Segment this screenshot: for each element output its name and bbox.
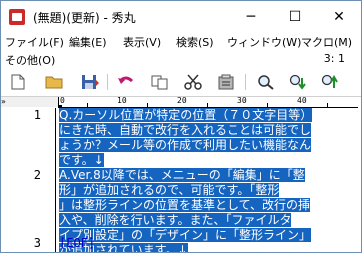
undo-icon[interactable] <box>117 73 135 91</box>
eof-marker: [EOF] <box>59 236 96 250</box>
text-area[interactable]: Q.カーソル位置が特定の位置（７０文字目等） にきた時、自動で改行を入れることは… <box>59 108 359 252</box>
menu-file[interactable]: ファイル(F) <box>5 34 64 50</box>
copy-icon[interactable] <box>151 73 169 91</box>
app-icon <box>9 9 25 25</box>
menu-macro[interactable]: マクロ(M) <box>301 34 352 50</box>
text-line: A.Ver.8以降では、メニューの「編集」に「整 <box>59 168 305 182</box>
toolbar-separator <box>107 74 108 90</box>
text-line: です。↓ <box>59 153 104 167</box>
menu-bar: ファイル(F) 編集(E) 表示(V) 検索(S) ウィンドウ(W) マクロ(M… <box>1 32 361 51</box>
toolbar-separator <box>245 74 246 90</box>
text-line: 入や、削除を行います。また、「ファイルタ <box>59 213 292 227</box>
search-down-icon[interactable] <box>289 73 307 91</box>
ruler-label: 30 <box>236 97 248 105</box>
save-icon[interactable] <box>81 73 99 91</box>
text-line: ょうか？メール等の作成で利用したい機能なん <box>59 138 312 152</box>
menu-view[interactable]: 表示(V) <box>123 34 161 50</box>
cut-icon[interactable] <box>184 73 202 91</box>
gutter-divider <box>55 108 56 252</box>
title-bar[interactable]: (無題)(更新) - 秀丸 ─ ☐ ✕ <box>1 1 361 32</box>
ruler-label: 0 <box>59 97 66 105</box>
window-title: (無題)(更新) - 秀丸 <box>33 11 136 25</box>
text-line: にきた時、自動で改行を入れることは可能でし <box>59 123 312 137</box>
text-line: イプ別設定」の「デザイン」に「整形ライン」 <box>59 228 312 242</box>
menu-other[interactable]: その他(O) <box>5 52 55 68</box>
search-up-icon[interactable] <box>321 73 339 91</box>
line-number: 3 <box>33 236 41 250</box>
close-button[interactable]: ✕ <box>317 1 361 32</box>
toolbar <box>1 68 361 97</box>
menu-edit[interactable]: 編集(E) <box>69 34 107 50</box>
ruler: 0 10 20 30 40 <box>58 97 358 108</box>
ruler-corner: » <box>1 97 58 107</box>
open-folder-icon[interactable] <box>45 73 63 91</box>
line-number: 2 <box>33 168 41 182</box>
paste-icon[interactable] <box>217 73 235 91</box>
line-number-gutter[interactable]: 1 2 3 <box>1 108 55 252</box>
text-line: Q.カーソル位置が特定の位置（７０文字目等） <box>59 108 313 122</box>
cursor-position: 3: 1 <box>323 52 345 65</box>
minimize-button[interactable]: ─ <box>229 1 273 32</box>
new-document-icon[interactable] <box>9 73 27 91</box>
ruler-label: 10 <box>116 97 128 105</box>
maximize-button[interactable]: ☐ <box>273 1 317 32</box>
text-line: 形」が追加されるので、可能です。「整形 <box>59 183 280 197</box>
search-icon[interactable] <box>257 73 275 91</box>
menu-search[interactable]: 検索(S) <box>176 34 214 50</box>
editor-window: (無題)(更新) - 秀丸 ─ ☐ ✕ ファイル(F) 編集(E) 表示(V) … <box>0 0 362 253</box>
ruler-label: 20 <box>176 97 188 105</box>
menu-row-2: その他(O) 3: 1 <box>1 51 361 68</box>
editor-area[interactable]: » 0 10 20 30 40 1 2 3 Q.カーソル位置が特定の位置（７０文… <box>1 97 361 252</box>
line-number: 1 <box>33 108 41 122</box>
menu-window[interactable]: ウィンドウ(W) <box>227 34 301 50</box>
text-line: 」は整形ラインの位置を基準として、改行の挿 <box>59 198 311 212</box>
ruler-label: 40 <box>296 97 308 105</box>
